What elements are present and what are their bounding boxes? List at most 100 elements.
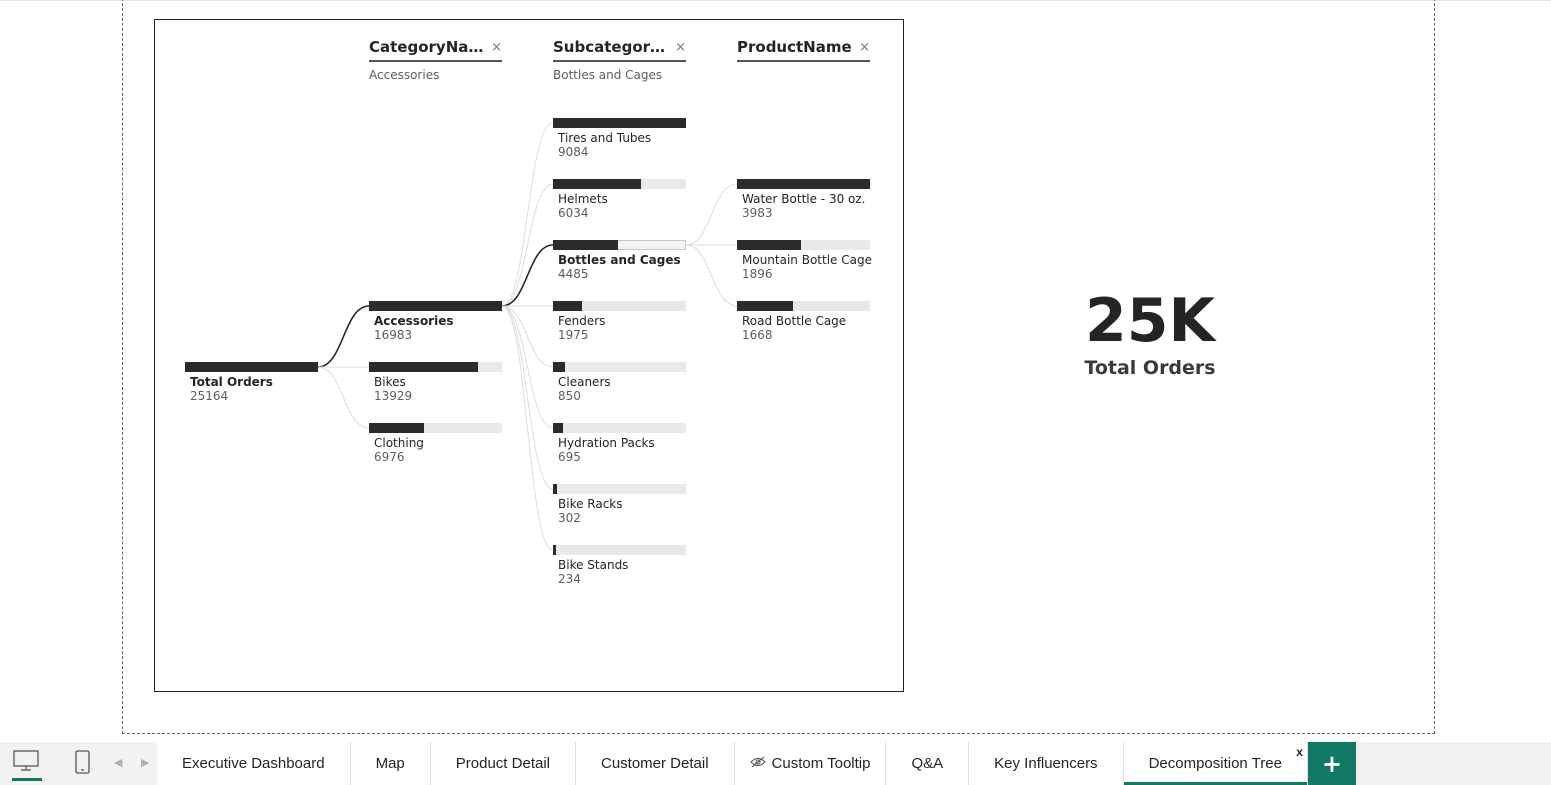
mobile-view-button[interactable] xyxy=(57,742,105,785)
bar-background xyxy=(553,484,686,494)
node-label: Bikes xyxy=(374,375,406,389)
tab-map[interactable]: Map xyxy=(350,742,431,785)
tree-node-category[interactable]: Accessories 16983 xyxy=(369,301,502,357)
tree-node-category[interactable]: Clothing 6976 xyxy=(369,423,502,479)
node-label: Tires and Tubes xyxy=(558,131,652,145)
tree-node-subcategory[interactable]: Hydration Packs 695 xyxy=(553,423,686,479)
tree-node-subcategory[interactable]: Bottles and Cages 4485 xyxy=(553,240,686,296)
tree-node-subcategory[interactable]: Fenders 1975 xyxy=(553,301,686,357)
tab-product-detail[interactable]: Product Detail xyxy=(430,742,576,785)
node-label: Bike Stands xyxy=(558,558,629,572)
node-value: 13929 xyxy=(374,389,413,403)
tab-key-influencers[interactable]: Key Influencers xyxy=(969,742,1124,785)
bar-fill xyxy=(553,118,686,128)
node-value: 16983 xyxy=(374,328,413,342)
node-value: 234 xyxy=(558,572,581,586)
node-value: 302 xyxy=(558,511,581,525)
bar-fill xyxy=(553,545,556,555)
close-icon[interactable]: × xyxy=(675,40,686,55)
tree-node-category[interactable]: Bikes 13929 xyxy=(369,362,502,418)
column-header-title: CategoryName xyxy=(369,38,487,56)
node-value: 695 xyxy=(558,450,581,464)
node-value: 1896 xyxy=(742,267,773,281)
tab-customer-detail[interactable]: Customer Detail xyxy=(576,742,735,785)
kpi-value: 25K xyxy=(1085,286,1215,356)
tab-label: Decomposition Tree xyxy=(1148,755,1282,772)
connector xyxy=(501,305,554,490)
column-header-category[interactable]: CategoryName × Accessories xyxy=(369,38,502,82)
bar-fill xyxy=(185,362,318,372)
node-label: Road Bottle Cage xyxy=(742,314,847,328)
page-tabs: Executive Dashboard Map Product Detail C… xyxy=(157,742,1356,785)
bar-fill xyxy=(553,179,641,189)
bar-fill xyxy=(553,362,565,372)
node-label: Mountain Bottle Cage xyxy=(742,253,872,267)
page-tab-bar: ◀ ▶ Executive Dashboard Map Product Deta… xyxy=(0,742,1551,785)
node-value: 9084 xyxy=(558,145,589,159)
tree-node-product[interactable]: Road Bottle Cage 1668 xyxy=(737,301,870,357)
active-connector xyxy=(317,305,370,368)
tab-label: Product Detail xyxy=(455,755,550,772)
tree-node-root[interactable]: Total Orders 25164 xyxy=(185,362,318,418)
node-label: Accessories xyxy=(374,314,454,328)
next-page-icon[interactable]: ▶ xyxy=(141,756,149,769)
node-value: 25164 xyxy=(190,389,229,403)
tree-node-subcategory[interactable]: Tires and Tubes 9084 xyxy=(553,118,686,174)
bar-fill xyxy=(553,423,563,433)
connector xyxy=(501,122,554,307)
tab-label: Key Influencers xyxy=(994,755,1098,772)
tab-custom-tooltip[interactable]: Custom Tooltip xyxy=(734,742,887,785)
kpi-card[interactable]: 25K Total Orders xyxy=(1060,285,1240,395)
column-header-underline xyxy=(369,60,502,62)
tab-label: Customer Detail xyxy=(601,755,709,772)
node-label: Hydration Packs xyxy=(558,436,655,450)
bar-fill xyxy=(369,423,424,433)
column-header-product[interactable]: ProductName × xyxy=(737,38,870,62)
tree-node-subcategory[interactable]: Cleaners 850 xyxy=(553,362,686,418)
tab-qa[interactable]: Q&A xyxy=(886,742,970,785)
connector xyxy=(501,183,554,307)
kpi-label: Total Orders xyxy=(1084,357,1216,379)
tree-node-subcategory[interactable]: Bike Stands 234 xyxy=(553,545,686,601)
column-header-filter: Bottles and Cages xyxy=(553,68,663,82)
bar-fill xyxy=(737,179,870,189)
tree-node-subcategory[interactable]: Bike Racks 302 xyxy=(553,484,686,540)
tab-executive-dashboard[interactable]: Executive Dashboard xyxy=(157,742,351,785)
tab-label: Q&A xyxy=(911,755,944,772)
previous-page-icon[interactable]: ◀ xyxy=(114,756,122,769)
connector xyxy=(317,366,370,429)
connector xyxy=(685,183,738,246)
node-label: Cleaners xyxy=(558,375,611,389)
close-icon[interactable]: × xyxy=(491,40,502,55)
bar-background xyxy=(553,545,686,555)
tree-node-product[interactable]: Water Bottle - 30 oz. 3983 xyxy=(737,179,870,235)
tree-node-subcategory[interactable]: Helmets 6034 xyxy=(553,179,686,235)
desktop-icon xyxy=(13,750,39,771)
close-icon[interactable]: × xyxy=(859,40,870,55)
node-value: 1975 xyxy=(558,328,589,342)
connector xyxy=(501,305,554,551)
add-page-button[interactable]: + xyxy=(1307,742,1356,785)
node-value: 3983 xyxy=(742,206,773,220)
tree-node-product[interactable]: Mountain Bottle Cage 1896 xyxy=(737,240,872,296)
desktop-view-button[interactable] xyxy=(2,742,50,785)
tab-decomposition-tree[interactable]: Decomposition Tree x xyxy=(1123,742,1308,785)
node-value: 4485 xyxy=(558,267,589,281)
column-header-subcategory[interactable]: Subcategory... × Bottles and Cages xyxy=(553,38,686,82)
close-tab-icon[interactable]: x xyxy=(1296,745,1303,759)
node-label: Bike Racks xyxy=(558,497,623,511)
bar-fill xyxy=(737,301,793,311)
node-value: 6976 xyxy=(374,450,405,464)
node-value: 1668 xyxy=(742,328,773,342)
bar-fill xyxy=(553,240,618,250)
node-label: Helmets xyxy=(558,192,608,206)
active-view-indicator xyxy=(12,778,42,781)
bar-fill xyxy=(369,362,478,372)
connector xyxy=(685,244,738,307)
decomposition-tree-visual[interactable]: CategoryName × Accessories Subcategory..… xyxy=(154,19,904,692)
mobile-icon xyxy=(75,750,90,774)
column-header-underline xyxy=(737,60,870,62)
node-label: Fenders xyxy=(558,314,606,328)
bar-fill xyxy=(737,240,801,250)
report-canvas: CategoryName × Accessories Subcategory..… xyxy=(0,0,1551,742)
